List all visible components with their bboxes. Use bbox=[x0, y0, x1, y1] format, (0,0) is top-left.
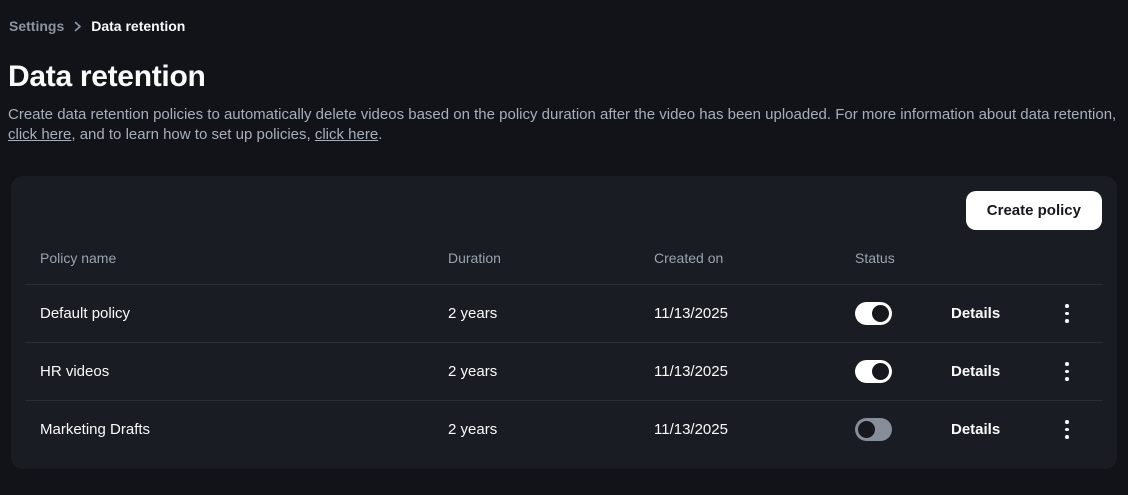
row-menu-button[interactable] bbox=[1055, 358, 1079, 386]
kebab-menu-icon bbox=[1065, 362, 1069, 366]
created-on-cell: 11/13/2025 bbox=[654, 421, 855, 438]
created-on-cell: 11/13/2025 bbox=[654, 305, 855, 322]
details-button[interactable]: Details bbox=[951, 363, 1000, 380]
policy-name-cell: HR videos bbox=[40, 363, 448, 380]
status-toggle[interactable] bbox=[855, 360, 892, 383]
table-row: Default policy 2 years 11/13/2025 Detail… bbox=[11, 285, 1117, 342]
description-text-3: . bbox=[378, 126, 382, 143]
toggle-knob bbox=[858, 421, 875, 438]
page-description: Create data retention policies to automa… bbox=[8, 105, 1120, 145]
table-row: HR videos 2 years 11/13/2025 Details bbox=[11, 343, 1117, 400]
card-toolbar: Create policy bbox=[11, 191, 1117, 230]
table-row: Marketing Drafts 2 years 11/13/2025 Deta… bbox=[11, 401, 1117, 458]
chevron-right-icon bbox=[72, 21, 83, 32]
data-retention-info-link[interactable]: click here bbox=[8, 126, 71, 143]
status-toggle[interactable] bbox=[855, 418, 892, 441]
kebab-menu-icon bbox=[1065, 420, 1069, 424]
policy-name-cell: Default policy bbox=[40, 305, 448, 322]
row-menu-button[interactable] bbox=[1055, 416, 1079, 444]
column-header-policy-name: Policy name bbox=[40, 250, 448, 266]
details-button[interactable]: Details bbox=[951, 421, 1000, 438]
duration-cell: 2 years bbox=[448, 421, 654, 438]
policy-name-cell: Marketing Drafts bbox=[40, 421, 448, 438]
description-text-2: , and to learn how to set up policies, bbox=[71, 126, 314, 143]
kebab-menu-icon bbox=[1065, 304, 1069, 308]
toggle-knob bbox=[872, 363, 889, 380]
column-header-created-on: Created on bbox=[654, 250, 855, 266]
row-menu-button[interactable] bbox=[1055, 300, 1079, 328]
page-title: Data retention bbox=[8, 60, 1128, 94]
setup-policies-link[interactable]: click here bbox=[315, 126, 378, 143]
create-policy-button[interactable]: Create policy bbox=[966, 191, 1102, 230]
duration-cell: 2 years bbox=[448, 305, 654, 322]
column-header-duration: Duration bbox=[448, 250, 654, 266]
breadcrumb: Settings Data retention bbox=[0, 0, 1128, 34]
details-button[interactable]: Details bbox=[951, 305, 1000, 322]
toggle-knob bbox=[872, 305, 889, 322]
created-on-cell: 11/13/2025 bbox=[654, 363, 855, 380]
description-text-1: Create data retention policies to automa… bbox=[8, 106, 1116, 123]
table-header-row: Policy name Duration Created on Status bbox=[11, 231, 1117, 284]
status-toggle[interactable] bbox=[855, 302, 892, 325]
breadcrumb-settings[interactable]: Settings bbox=[9, 18, 64, 34]
column-header-status: Status bbox=[855, 250, 951, 266]
policies-card: Create policy Policy name Duration Creat… bbox=[11, 176, 1117, 469]
breadcrumb-data-retention: Data retention bbox=[91, 18, 185, 34]
duration-cell: 2 years bbox=[448, 363, 654, 380]
